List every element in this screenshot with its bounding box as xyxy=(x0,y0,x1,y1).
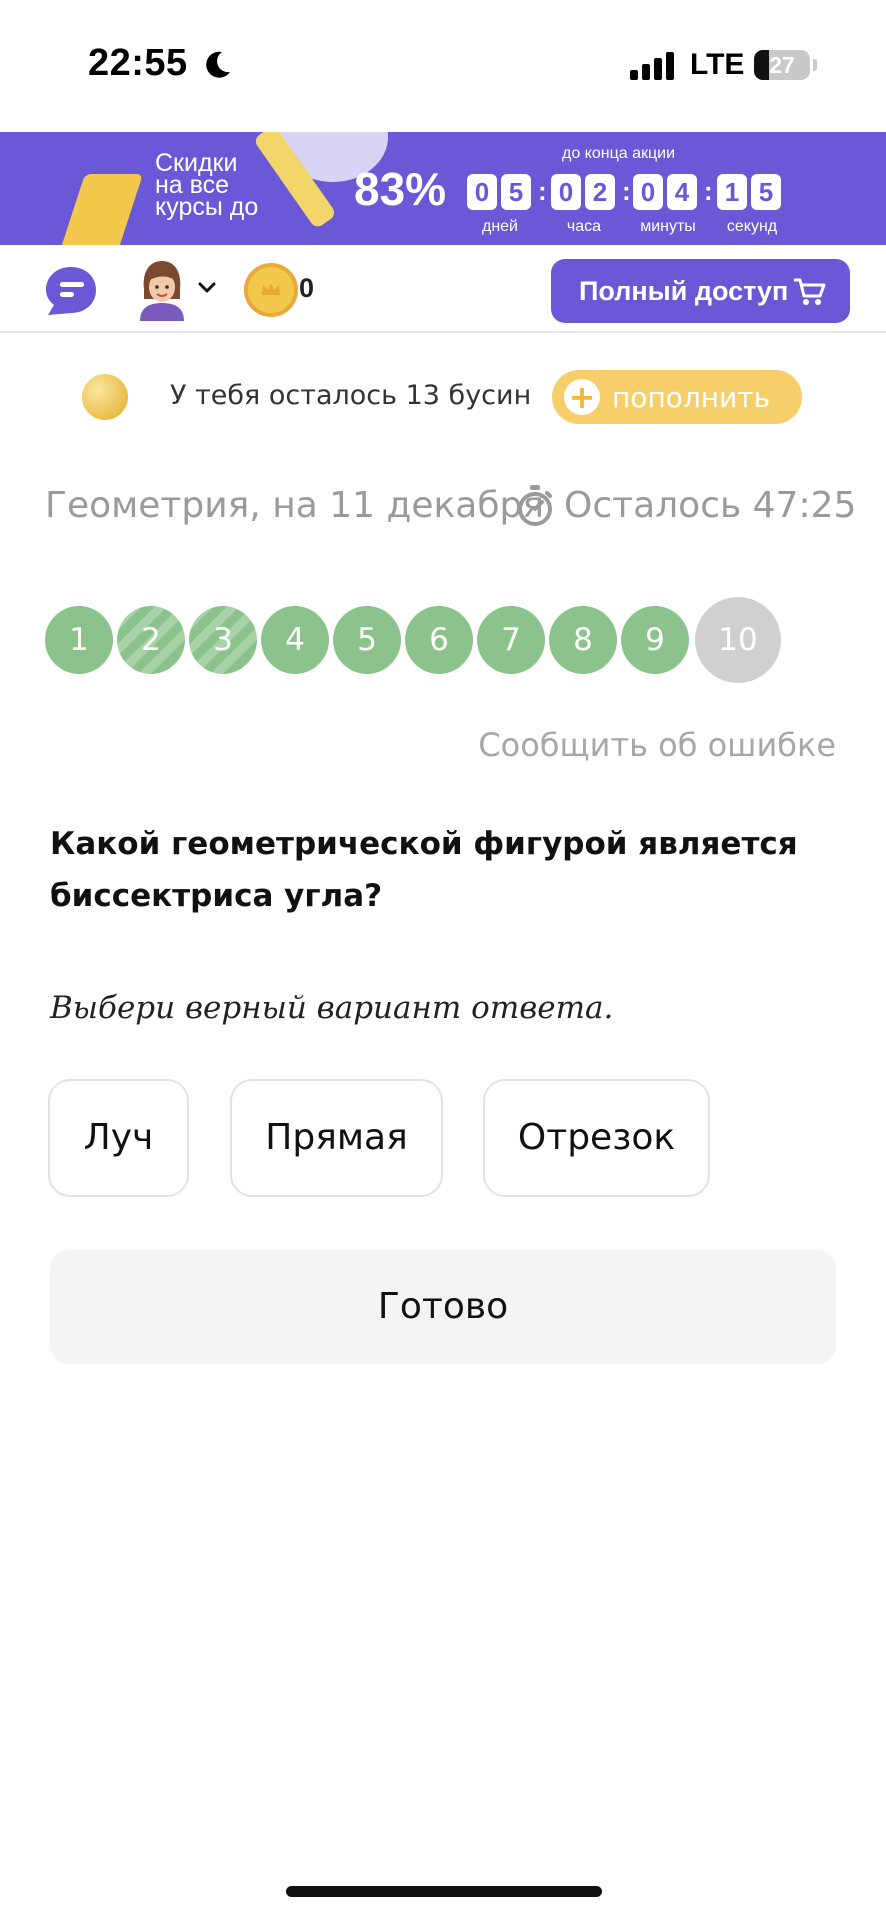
refill-button[interactable]: + пополнить xyxy=(552,370,802,424)
battery-icon: 27 xyxy=(754,50,810,80)
question-step[interactable]: 7 xyxy=(477,606,545,674)
promo-ribbon xyxy=(55,174,143,245)
countdown-digit: 4 xyxy=(667,174,697,210)
countdown-minutes: 0 4 xyxy=(633,174,701,212)
question-text: Какой геометрической фигурой является би… xyxy=(50,818,840,922)
answer-option[interactable]: Луч xyxy=(48,1079,189,1197)
refill-label: пополнить xyxy=(612,380,771,414)
question-step[interactable]: 4 xyxy=(261,606,329,674)
promo-text-line: курсы до xyxy=(155,193,259,221)
question-step[interactable]: 3 xyxy=(189,606,257,674)
countdown-days-label: дней xyxy=(481,218,518,235)
signal-icon xyxy=(630,52,674,80)
question-step[interactable]: 1 xyxy=(45,606,113,674)
question-step[interactable]: 5 xyxy=(333,606,401,674)
crown-icon xyxy=(262,283,280,295)
countdown-hours-label: часа xyxy=(566,218,602,235)
beads-text: У тебя осталось 13 бусин xyxy=(170,380,532,411)
countdown-digit: 5 xyxy=(501,174,531,210)
question-step[interactable]: 2 xyxy=(117,606,185,674)
countdown-separator: : xyxy=(622,176,631,206)
countdown-digit: 2 xyxy=(585,174,615,210)
full-access-button[interactable]: Полный доступ xyxy=(551,259,850,323)
time-remaining: Осталось 47:25 xyxy=(564,485,857,526)
report-error-link[interactable]: Сообщить об ошибке xyxy=(478,726,836,764)
battery-level: 27 xyxy=(769,52,795,78)
status-time: 22:55 xyxy=(88,42,188,84)
countdown-digit: 0 xyxy=(467,174,497,210)
countdown-hours: 0 2 xyxy=(551,174,619,212)
countdown-seconds-label: секунд xyxy=(726,218,778,235)
done-button[interactable]: Готово xyxy=(50,1250,836,1364)
top-nav: 0 Полный доступ xyxy=(0,245,886,333)
network-type: LTE xyxy=(690,48,745,81)
question-step[interactable]: 9 xyxy=(621,606,689,674)
plus-icon: + xyxy=(564,379,600,415)
answer-option[interactable]: Прямая xyxy=(230,1079,443,1197)
home-indicator[interactable] xyxy=(286,1886,602,1897)
full-access-label: Полный доступ xyxy=(579,275,789,306)
countdown-digit: 0 xyxy=(551,174,581,210)
question-step[interactable]: 6 xyxy=(405,606,473,674)
coin-count: 0 xyxy=(299,273,315,303)
countdown-minutes-label: минуты xyxy=(640,218,696,235)
promo-until-label: до конца акции xyxy=(562,145,676,162)
promo-text: Скидки на все курсы до xyxy=(155,151,259,221)
question-line: биссектриса угла? xyxy=(50,878,383,914)
countdown-digit: 0 xyxy=(633,174,663,210)
cart-icon xyxy=(794,278,826,305)
question-hint: Выбери верный вариант ответа. xyxy=(50,990,614,1026)
promo-percent: 83% xyxy=(354,163,447,215)
beads-balance: У тебя осталось 13 бусин + пополнить xyxy=(0,370,886,426)
countdown-separator: : xyxy=(538,176,547,206)
question-step-current[interactable]: 10 xyxy=(695,597,781,683)
countdown-days: 0 5 xyxy=(467,174,535,212)
countdown-seconds: 1 5 xyxy=(717,174,785,212)
countdown-digit: 5 xyxy=(751,174,781,210)
avatar[interactable] xyxy=(136,259,188,321)
countdown-separator: : xyxy=(704,176,713,206)
question-step[interactable]: 8 xyxy=(549,606,617,674)
answer-option[interactable]: Отрезок xyxy=(483,1079,710,1197)
status-bar: 22:55 LTE 27 xyxy=(0,0,886,132)
lesson-title: Геометрия, на 11 декабря xyxy=(45,485,545,526)
promo-banner[interactable]: Скидки на все курсы до 83% до конца акци… xyxy=(0,132,886,245)
chevron-down-icon[interactable] xyxy=(198,281,216,295)
chat-icon[interactable] xyxy=(44,265,98,317)
battery-cap xyxy=(813,59,817,71)
countdown-digit: 1 xyxy=(717,174,747,210)
bead-icon xyxy=(82,374,128,420)
stopwatch-icon xyxy=(518,485,552,526)
question-line: Какой геометрической фигурой является xyxy=(50,826,798,862)
coin-icon[interactable] xyxy=(244,263,298,317)
moon-icon xyxy=(206,51,230,78)
